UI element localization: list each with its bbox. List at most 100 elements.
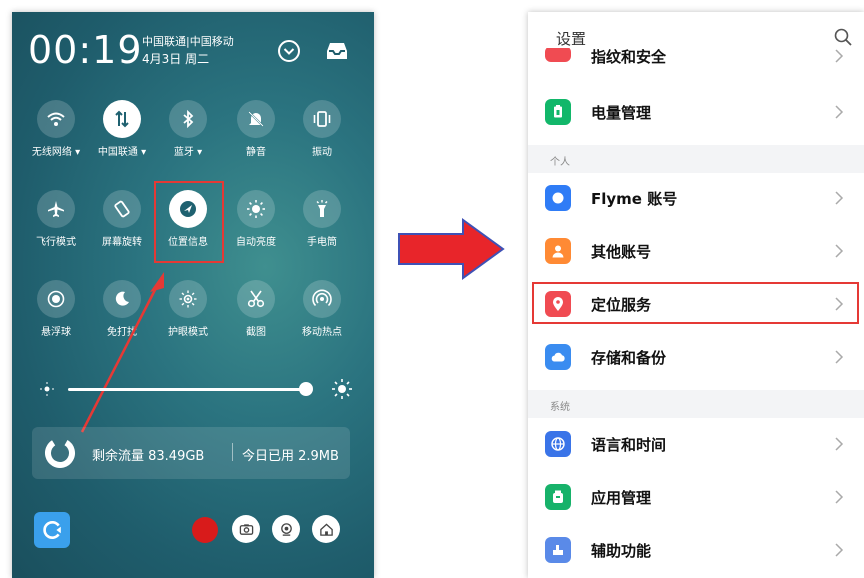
brightness-track[interactable]	[68, 388, 311, 391]
mobile-data-icon[interactable]	[103, 100, 141, 138]
screen-recorder-button[interactable]	[34, 512, 70, 548]
chevron-right-icon	[835, 437, 844, 451]
airplane-icon[interactable]	[37, 190, 75, 228]
settings-row-app-manager[interactable]: 应用管理	[528, 471, 864, 523]
section-header-system: 系统	[528, 390, 864, 418]
tile-label: 中国联通 ▾	[97, 147, 147, 158]
settings-row-label: 电量管理	[591, 104, 652, 122]
tile-airplane[interactable]: 飞行模式	[26, 190, 86, 248]
chevron-right-icon	[835, 244, 844, 258]
date-label: 4月3日 周二	[142, 52, 210, 66]
data-usage-card[interactable]: 剩余流量 83.49GB 今日已用 2.9MB	[32, 427, 350, 479]
flyme-account-icon	[545, 185, 571, 211]
battery-icon	[545, 99, 571, 125]
tile-wifi[interactable]: 无线网络 ▾	[26, 100, 86, 158]
chevron-right-icon	[835, 490, 844, 504]
globe-icon	[545, 431, 571, 457]
control-center-panel: 00:19 中国联通|中国移动 4月3日 周二 无线网络 ▾ 中国联通 ▾ 蓝牙 ▾…	[12, 12, 374, 578]
home-icon	[319, 522, 333, 536]
wifi-icon[interactable]	[37, 100, 75, 138]
cloud-icon	[545, 344, 571, 370]
inbox-icon[interactable]	[324, 38, 350, 64]
settings-row-account[interactable]: 其他账号	[528, 225, 864, 277]
settings-row-flyme-account[interactable]: Flyme 账号	[528, 172, 864, 224]
app-manager-icon	[545, 484, 571, 510]
eye-care-icon[interactable]	[169, 280, 207, 318]
clock: 00:19	[28, 28, 143, 72]
chevron-right-icon	[835, 191, 844, 205]
auto-brightness-icon[interactable]	[237, 190, 275, 228]
tile-rotate[interactable]: 屏幕旋转	[92, 190, 152, 248]
hotspot-icon[interactable]	[303, 280, 341, 318]
settings-title: 设置	[556, 30, 587, 48]
tile-screenshot[interactable]: 截图	[226, 280, 286, 338]
data-usage-ring-icon	[45, 438, 75, 468]
bluetooth-icon[interactable]	[169, 100, 207, 138]
tile-label: 移动热点	[302, 327, 342, 338]
carrier-label: 中国联通|中国移动	[142, 35, 234, 48]
flashlight-icon[interactable]	[303, 190, 341, 228]
tile-label: 蓝牙 ▾	[173, 147, 203, 158]
webcam-icon	[280, 522, 292, 536]
chevron-right-icon	[835, 49, 844, 63]
chevron-down-circle-icon[interactable]	[276, 38, 302, 64]
accessibility-icon	[545, 537, 571, 563]
tile-mobile-data[interactable]: 中国联通 ▾	[92, 100, 152, 158]
highlight-box-location-service	[532, 282, 859, 324]
settings-row-label: 语言和时间	[591, 436, 667, 454]
section-label: 系统	[550, 402, 570, 413]
brightness-high-icon	[332, 379, 352, 399]
settings-row-label: 其他账号	[591, 243, 652, 261]
tile-label: 截图	[246, 327, 266, 338]
remaining-data-label: 剩余流量 83.49GB	[92, 449, 205, 464]
settings-row-label: 存储和备份	[591, 349, 667, 367]
settings-row-label: 应用管理	[591, 489, 652, 507]
tile-hotspot[interactable]: 移动热点	[292, 280, 352, 338]
fingerprint-icon	[545, 48, 571, 62]
mute-icon[interactable]	[237, 100, 275, 138]
tile-bluetooth[interactable]: 蓝牙 ▾	[158, 100, 218, 158]
settings-row-accessibility[interactable]: 辅助功能	[528, 524, 864, 576]
home-button[interactable]	[312, 515, 340, 543]
settings-row-cloud[interactable]: 存储和备份	[528, 331, 864, 383]
brightness-slider[interactable]	[40, 379, 352, 399]
tile-vibrate[interactable]: 振动	[292, 100, 352, 158]
rotate-icon[interactable]	[103, 190, 141, 228]
callout-arrow	[80, 272, 164, 433]
search-icon[interactable]	[834, 28, 852, 46]
vibrate-icon[interactable]	[303, 100, 341, 138]
settings-row-fingerprint[interactable]: 指纹和安全	[528, 48, 864, 72]
brightness-knob[interactable]	[299, 382, 314, 396]
chevron-right-icon	[835, 105, 844, 119]
settings-row-battery[interactable]: 电量管理	[528, 86, 864, 138]
divider	[232, 443, 233, 461]
screenshot-icon[interactable]	[237, 280, 275, 318]
tile-label: 手电筒	[307, 237, 337, 248]
tile-label: 屏幕旋转	[102, 237, 142, 248]
tile-label: 自动亮度	[236, 237, 276, 248]
tile-auto-brightness[interactable]: 自动亮度	[226, 190, 286, 248]
settings-row-label: Flyme 账号	[591, 190, 678, 208]
camera-button[interactable]	[232, 515, 260, 543]
brightness-low-icon	[40, 382, 54, 396]
settings-row-globe[interactable]: 语言和时间	[528, 418, 864, 470]
record-dot-button[interactable]	[192, 517, 218, 543]
settings-row-label: 辅助功能	[591, 542, 652, 560]
used-today-label: 今日已用 2.9MB	[242, 449, 339, 464]
tile-label: 振动	[312, 147, 332, 158]
tile-mute[interactable]: 静音	[226, 100, 286, 158]
section-label: 个人	[550, 157, 570, 168]
floating-ball-icon[interactable]	[37, 280, 75, 318]
account-icon	[545, 238, 571, 264]
tile-label: 无线网络 ▾	[31, 147, 81, 158]
settings-row-label: 指纹和安全	[591, 48, 667, 66]
webcam-button[interactable]	[272, 515, 300, 543]
settings-panel: 设置 指纹和安全 电量管理 个人 Flyme 账号 其他账号 定位服务 存储和备份 系…	[528, 12, 864, 578]
section-header-personal: 个人	[528, 145, 864, 173]
chevron-right-icon	[835, 350, 844, 364]
chevron-right-icon	[835, 543, 844, 557]
tile-flashlight[interactable]: 手电筒	[292, 190, 352, 248]
tile-label: 静音	[246, 147, 266, 158]
transition-arrow	[398, 218, 505, 280]
screen-record-icon	[43, 521, 61, 539]
